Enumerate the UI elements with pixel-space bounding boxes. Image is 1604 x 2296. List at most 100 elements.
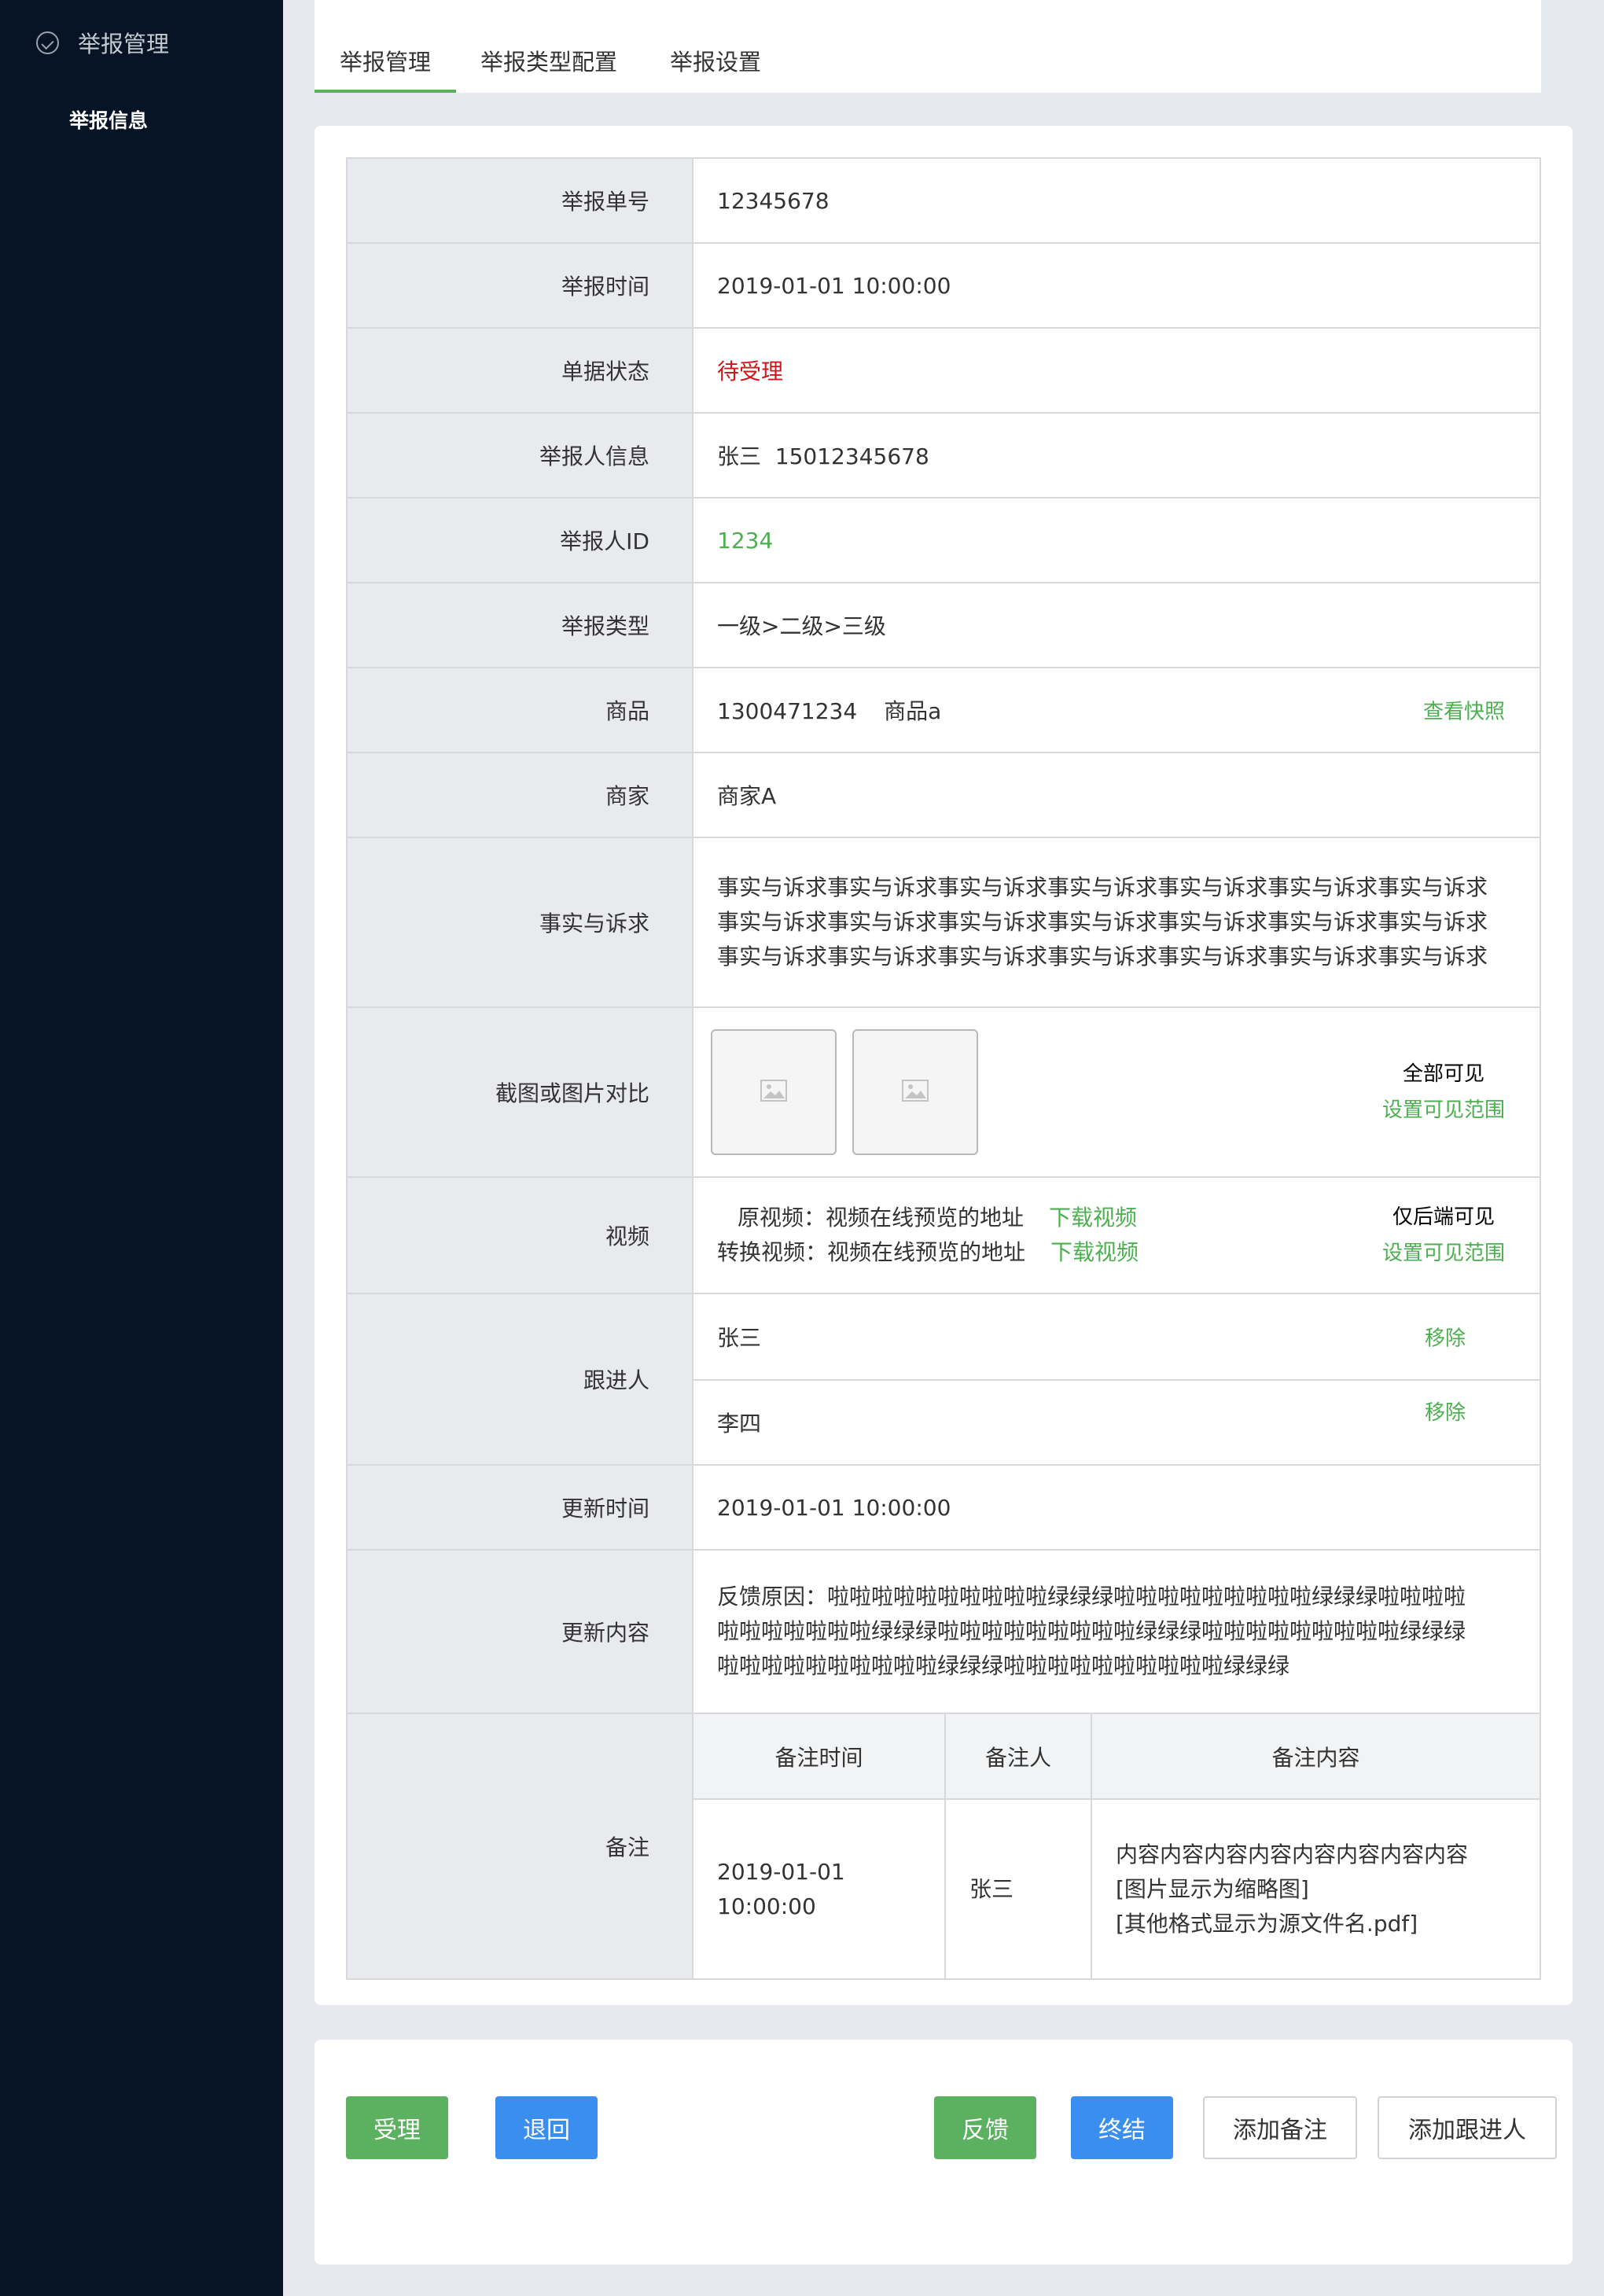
note-content-file[interactable]: [其他格式显示为源文件名.pdf]	[1116, 1907, 1540, 1941]
value-report-id: 12345678	[692, 157, 1541, 244]
label-update-time: 更新时间	[346, 1464, 693, 1551]
row-merchant: 商家 商家A	[346, 752, 1541, 838]
facts-line: 事实与诉求事实与诉求事实与诉求事实与诉求事实与诉求事实与诉求事实与诉求	[717, 874, 1488, 900]
value-merchant: 商家A	[692, 752, 1541, 838]
sidebar-group-label: 举报管理	[78, 31, 170, 57]
label-video: 视频	[346, 1176, 693, 1294]
accept-button[interactable]: 受理	[346, 2096, 448, 2159]
value-video: 原视频：视频在线预览的地址 下载视频 转换视频：视频在线预览的地址 下载视频 仅后端…	[692, 1176, 1541, 1294]
update-content-line: 啦啦啦啦啦啦啦绿绿绿啦啦啦啦啦啦啦啦啦绿绿绿啦啦啦啦啦啦啦啦啦绿绿绿	[717, 1618, 1466, 1644]
row-report-id: 举报单号 12345678	[346, 157, 1541, 244]
remove-follower-button[interactable]: 移除	[1425, 1323, 1466, 1352]
value-facts: 事实与诉求事实与诉求事实与诉求事实与诉求事实与诉求事实与诉求事实与诉求 事实与诉…	[692, 837, 1541, 1008]
row-notes: 备注 备注时间 备注人 备注内容 2019-01-01 10:00:00 张三 …	[346, 1713, 1541, 1980]
value-notes: 备注时间 备注人 备注内容 2019-01-01 10:00:00 张三 内容内…	[692, 1713, 1541, 1980]
product-code: 1300471234	[717, 698, 858, 724]
action-bar: 受理 退回 反馈 终结 添加备注 添加跟进人	[315, 2040, 1573, 2265]
row-video: 视频 原视频：视频在线预览的地址 下载视频 转换视频：视频在线预览的地址 下载视频 …	[346, 1176, 1541, 1294]
feedback-button[interactable]: 反馈	[934, 2096, 1036, 2159]
remove-follower-button[interactable]: 移除	[1425, 1396, 1466, 1426]
update-content-line: 反馈原因：啦啦啦啦啦啦啦啦啦啦绿绿绿啦啦啦啦啦啦啦啦啦绿绿绿啦啦啦啦	[717, 1584, 1466, 1610]
follower-row: 李四 移除	[693, 1379, 1540, 1464]
product-name: 商品a	[884, 698, 942, 724]
add-follower-button[interactable]: 添加跟进人	[1378, 2096, 1557, 2159]
image-placeholder-icon	[760, 1080, 787, 1102]
row-screenshots: 截图或图片对比 全部可见 设置可见范围	[346, 1006, 1541, 1178]
note-person: 张三	[944, 1799, 1091, 1978]
sidebar-item-report-info[interactable]: 举报信息	[69, 105, 148, 134]
facts-line: 事实与诉求事实与诉求事实与诉求事实与诉求事实与诉求事实与诉求事实与诉求	[717, 909, 1488, 935]
screenshot-set-scope-link[interactable]: 设置可见范围	[1382, 1092, 1505, 1128]
notes-header-content: 备注内容	[1091, 1714, 1540, 1800]
label-reporter-id: 举报人ID	[346, 497, 693, 583]
screenshot-visibility-label: 全部可见	[1402, 1062, 1484, 1086]
video-original-url[interactable]: 原视频：视频在线预览的地址	[738, 1205, 1024, 1231]
download-converted-video-link[interactable]: 下载视频	[1050, 1239, 1139, 1265]
video-set-scope-link[interactable]: 设置可见范围	[1382, 1235, 1505, 1271]
report-detail-table: 举报单号 12345678 举报时间 2019-01-01 10:00:00 单…	[346, 157, 1541, 1980]
row-update-content: 更新内容 反馈原因：啦啦啦啦啦啦啦啦啦啦绿绿绿啦啦啦啦啦啦啦啦啦绿绿绿啦啦啦啦 …	[346, 1549, 1541, 1714]
tab-report-management[interactable]: 举报管理	[340, 44, 431, 77]
row-update-time: 更新时间 2019-01-01 10:00:00	[346, 1464, 1541, 1551]
label-followers: 跟进人	[346, 1293, 693, 1466]
tab-bar: 举报管理 举报类型配置 举报设置	[315, 0, 1541, 93]
tab-report-type-config[interactable]: 举报类型配置	[480, 44, 617, 77]
view-snapshot-link[interactable]: 查看快照	[1423, 696, 1505, 725]
label-report-time: 举报时间	[346, 242, 693, 329]
add-note-button[interactable]: 添加备注	[1203, 2096, 1357, 2159]
tab-report-settings[interactable]: 举报设置	[670, 44, 761, 77]
label-reporter-info: 举报人信息	[346, 412, 693, 499]
label-facts: 事实与诉求	[346, 837, 693, 1008]
label-report-type: 举报类型	[346, 582, 693, 668]
row-reporter-id: 举报人ID 1234	[346, 497, 1541, 583]
table-row: 2019-01-01 10:00:00 张三 内容内容内容内容内容内容内容内容 …	[693, 1799, 1540, 1978]
facts-line: 事实与诉求事实与诉求事实与诉求事实与诉求事实与诉求事实与诉求事实与诉求	[717, 944, 1488, 970]
notes-header-person: 备注人	[944, 1714, 1091, 1800]
label-report-id: 举报单号	[346, 157, 693, 244]
check-circle-icon	[36, 31, 59, 54]
note-content-text: 内容内容内容内容内容内容内容内容	[1116, 1841, 1469, 1867]
row-report-type: 举报类型 一级>二级>三级	[346, 582, 1541, 668]
video-visibility: 仅后端可见 设置可见范围	[1382, 1199, 1505, 1271]
row-report-time: 举报时间 2019-01-01 10:00:00	[346, 242, 1541, 329]
label-status: 单据状态	[346, 327, 693, 414]
status-badge: 待受理	[692, 327, 1541, 414]
row-facts: 事实与诉求 事实与诉求事实与诉求事实与诉求事实与诉求事实与诉求事实与诉求事实与诉…	[346, 837, 1541, 1008]
row-followers: 跟进人 张三 移除 李四 移除	[346, 1293, 1541, 1466]
active-tab-indicator	[315, 90, 456, 93]
label-product: 商品	[346, 667, 693, 753]
note-content-cell: 内容内容内容内容内容内容内容内容 [图片显示为缩略图] [其他格式显示为源文件名…	[1091, 1799, 1540, 1978]
note-date: 2019-01-01	[717, 1858, 845, 1885]
follower-name: 李四	[717, 1411, 762, 1437]
label-notes: 备注	[346, 1713, 693, 1980]
note-time-cell: 2019-01-01 10:00:00	[693, 1799, 945, 1978]
return-button[interactable]: 退回	[495, 2096, 598, 2159]
note-clock: 10:00:00	[717, 1893, 816, 1919]
screenshot-visibility: 全部可见 设置可见范围	[1382, 1056, 1505, 1128]
reporter-id-link[interactable]: 1234	[692, 497, 1541, 583]
label-screenshots: 截图或图片对比	[346, 1006, 693, 1178]
update-content-line: 啦啦啦啦啦啦啦啦啦啦绿绿绿啦啦啦啦啦啦啦啦啦啦绿绿绿	[717, 1653, 1290, 1679]
row-product: 商品 1300471234 商品a 查看快照	[346, 667, 1541, 753]
screenshot-thumbnail[interactable]	[852, 1029, 978, 1155]
value-product: 1300471234 商品a 查看快照	[692, 667, 1541, 753]
value-screenshots: 全部可见 设置可见范围	[692, 1006, 1541, 1178]
close-case-button[interactable]: 终结	[1071, 2096, 1173, 2159]
report-detail-card: 举报单号 12345678 举报时间 2019-01-01 10:00:00 单…	[315, 126, 1573, 2005]
image-placeholder-icon	[902, 1080, 929, 1102]
row-reporter-info: 举报人信息 张三 15012345678	[346, 412, 1541, 499]
note-content-image[interactable]: [图片显示为缩略图]	[1116, 1872, 1540, 1907]
value-update-content: 反馈原因：啦啦啦啦啦啦啦啦啦啦绿绿绿啦啦啦啦啦啦啦啦啦绿绿绿啦啦啦啦 啦啦啦啦啦…	[692, 1549, 1541, 1714]
notes-table: 备注时间 备注人 备注内容 2019-01-01 10:00:00 张三 内容内…	[693, 1714, 1540, 1978]
screenshot-thumbnail[interactable]	[711, 1029, 837, 1155]
download-original-video-link[interactable]: 下载视频	[1049, 1205, 1137, 1231]
video-visibility-label: 仅后端可见	[1392, 1205, 1495, 1229]
sidebar: 举报管理 举报信息	[0, 0, 283, 2296]
row-status: 单据状态 待受理	[346, 327, 1541, 414]
notes-header-time: 备注时间	[693, 1714, 945, 1800]
label-update-content: 更新内容	[346, 1549, 693, 1714]
sidebar-group-report-management[interactable]: 举报管理	[36, 27, 169, 58]
notes-table-header: 备注时间 备注人 备注内容	[693, 1714, 1540, 1800]
value-report-time: 2019-01-01 10:00:00	[692, 242, 1541, 329]
video-converted-url[interactable]: 转换视频：视频在线预览的地址	[717, 1239, 1025, 1265]
